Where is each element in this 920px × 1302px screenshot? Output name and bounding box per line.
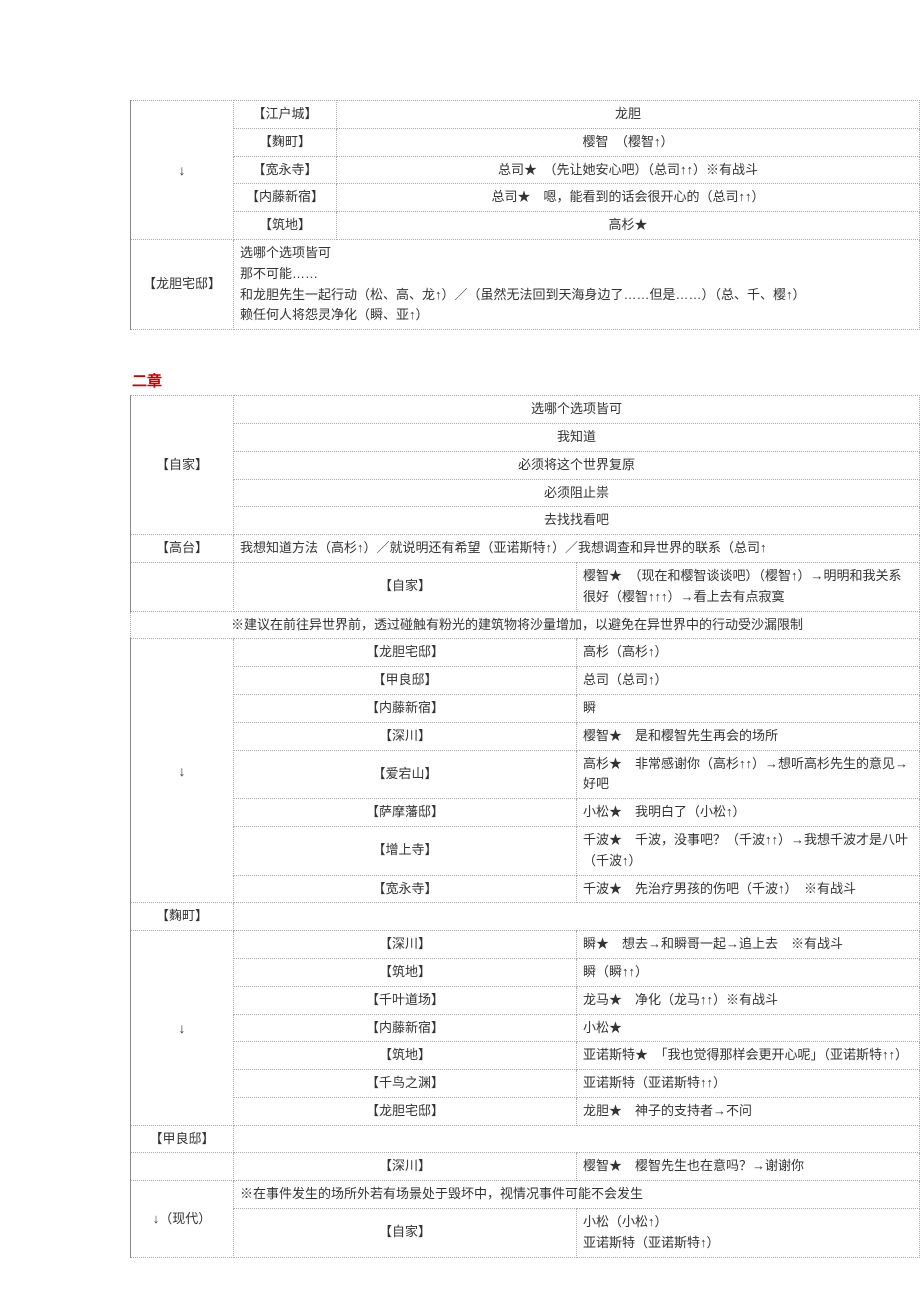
content-cell: 龙胆★ 神子的支持者→不问 xyxy=(577,1097,920,1125)
empty-cell xyxy=(131,1153,234,1181)
location-cell: 【龙胆宅邸】 xyxy=(234,1097,577,1125)
location-cell: 【内藤新宿】 xyxy=(234,184,337,212)
content-cell: 瞬 xyxy=(577,694,920,722)
content-cell: 亚诺斯特★ 「我也觉得那样会更开心呢」（亚诺斯特↑↑） xyxy=(577,1042,920,1070)
location-cell: 【自家】 xyxy=(131,396,234,535)
content-cell: 选哪个选项皆可 xyxy=(234,396,920,424)
location-cell: 【深川】 xyxy=(234,722,577,750)
content-cell: 总司（总司↑） xyxy=(577,667,920,695)
location-cell: 【爱宕山】 xyxy=(234,750,577,799)
content-cell: 樱智★ 樱智先生也在意吗？→谢谢你 xyxy=(577,1153,920,1181)
location-cell: 【千叶道场】 xyxy=(234,986,577,1014)
content-cell: 选哪个选项皆可 那不可能…… 和龙胆先生一起行动（松、高、龙↑）／（虽然无法回到… xyxy=(234,239,920,329)
location-cell: 【自家】 xyxy=(234,562,577,611)
arrow-down: ↓ xyxy=(131,639,234,903)
location-cell: 【千鸟之渊】 xyxy=(234,1070,577,1098)
content-cell: 高杉★ 非常感谢你（高杉↑↑）→想听高杉先生的意见→好吧 xyxy=(577,750,920,799)
arrow-down: ↓ xyxy=(131,101,234,240)
location-cell: 【龙胆宅邸】 xyxy=(234,639,577,667)
location-cell: 【宽永寺】 xyxy=(234,875,577,903)
content-cell: 亚诺斯特（亚诺斯特↑↑） xyxy=(577,1070,920,1098)
chapter-heading: 二章 xyxy=(132,370,920,391)
arrow-down: ↓ xyxy=(131,931,234,1126)
content-cell: 樱智★ 是和樱智先生再会的场所 xyxy=(577,722,920,750)
guide-table-2: 【自家】选哪个选项皆可我知道必须将这个世界复原必须阻止祟去找找看吧【高台】我想知… xyxy=(130,395,920,1258)
note-cell: ※建议在前往异世界前，透过碰触有粉光的建筑物将沙量增加，以避免在异世界中的行动受… xyxy=(131,611,920,639)
content-cell: 千波★ 千波，没事吧？（千波↑↑）→我想千波才是八叶（千波↑） xyxy=(577,826,920,875)
empty-cell xyxy=(234,903,920,931)
content-cell: 千波★ 先治疗男孩的伤吧（千波↑） ※有战斗 xyxy=(577,875,920,903)
content-cell: 瞬★ 想去→和瞬哥一起→追上去 ※有战斗 xyxy=(577,931,920,959)
content-cell: 我知道 xyxy=(234,423,920,451)
content-cell: 必须将这个世界复原 xyxy=(234,451,920,479)
content-cell: 樱智★ （现在和樱智谈谈吧）（樱智↑）→明明和我关系很好（樱智↑↑↑）→看上去有… xyxy=(577,562,920,611)
content-cell: 小松（小松↑） 亚诺斯特（亚诺斯特↑） xyxy=(577,1209,920,1258)
location-cell: 【宽永寺】 xyxy=(234,156,337,184)
location-cell: 【江户城】 xyxy=(234,101,337,129)
content-cell: 龙马★ 净化（龙马↑↑）※有战斗 xyxy=(577,986,920,1014)
content-cell: 总司★ （先让她安心吧）（总司↑↑）※有战斗 xyxy=(337,156,920,184)
arrow-modern: ↓（现代） xyxy=(131,1181,234,1257)
location-cell: 【筑地】 xyxy=(234,958,577,986)
location-cell: 【筑地】 xyxy=(234,212,337,240)
content-cell: 总司★ 嗯，能看到的话会很开心的（总司↑↑） xyxy=(337,184,920,212)
location-cell: 【深川】 xyxy=(234,1153,577,1181)
location-cell: 【麴町】 xyxy=(234,128,337,156)
content-cell: 高杉（高杉↑） xyxy=(577,639,920,667)
location-cell: 【筑地】 xyxy=(234,1042,577,1070)
empty-cell xyxy=(234,1125,920,1153)
content-cell: 去找找看吧 xyxy=(234,507,920,535)
content-cell: 小松★ 我明白了（小松↑） xyxy=(577,799,920,827)
location-cell: 【萨摩藩邸】 xyxy=(234,799,577,827)
content-cell: 必须阻止祟 xyxy=(234,479,920,507)
location-cell: 【甲良邸】 xyxy=(131,1125,234,1153)
location-cell: 【高台】 xyxy=(131,535,234,563)
content-cell: 小松★ xyxy=(577,1014,920,1042)
note-cell: ※在事件发生的场所外若有场景处于毁坏中，视情况事件可能不会发生 xyxy=(234,1181,920,1209)
location-cell: 【深川】 xyxy=(234,931,577,959)
empty-cell xyxy=(131,562,234,611)
content-cell: 高杉★ xyxy=(337,212,920,240)
location-cell: 【麴町】 xyxy=(131,903,234,931)
location-cell: 【增上寺】 xyxy=(234,826,577,875)
location-cell: 【甲良邸】 xyxy=(234,667,577,695)
guide-table-1: ↓【江户城】龙胆【麴町】樱智 （樱智↑）【宽永寺】总司★ （先让她安心吧）（总司… xyxy=(130,100,920,330)
content-cell: 我想知道方法（高杉↑）／就说明还有希望（亚诺斯特↑）／我想调查和异世界的联系（总… xyxy=(234,535,920,563)
location-cell: 【内藤新宿】 xyxy=(234,694,577,722)
content-cell: 瞬（瞬↑↑） xyxy=(577,958,920,986)
content-cell: 龙胆 xyxy=(337,101,920,129)
content-cell: 樱智 （樱智↑） xyxy=(337,128,920,156)
location-cell: 【龙胆宅邸】 xyxy=(131,239,234,329)
location-cell: 【内藤新宿】 xyxy=(234,1014,577,1042)
location-cell: 【自家】 xyxy=(234,1209,577,1258)
